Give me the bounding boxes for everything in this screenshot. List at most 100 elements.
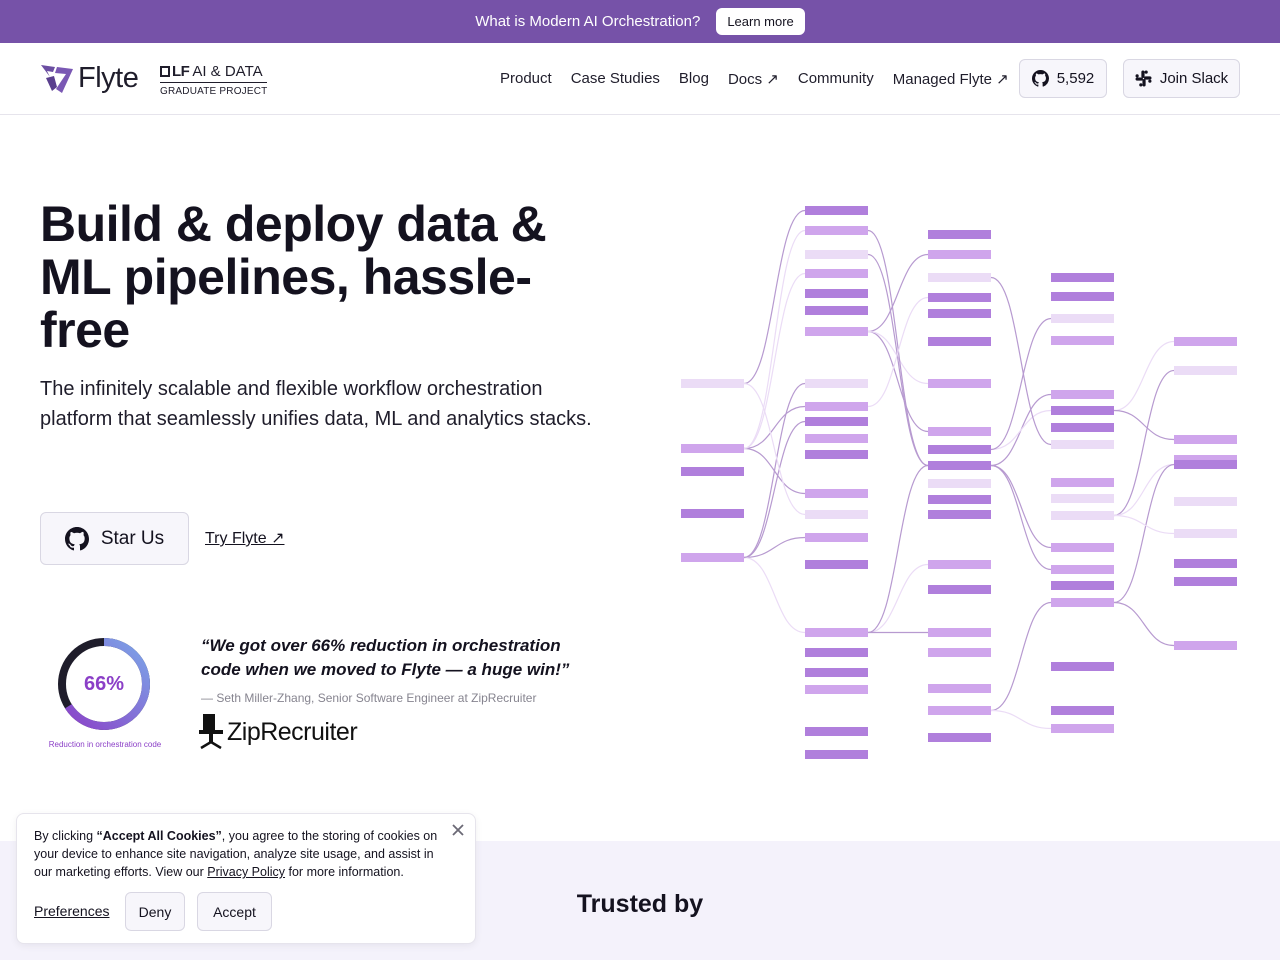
graph-node <box>1174 337 1237 346</box>
graph-node <box>928 427 991 436</box>
graph-node <box>1174 435 1237 444</box>
cookie-accept-button[interactable]: Accept <box>197 892 272 931</box>
close-icon[interactable] <box>450 822 466 838</box>
graph-node <box>1051 598 1114 607</box>
graph-node <box>928 585 991 594</box>
graph-node <box>805 306 868 315</box>
graph-edge <box>743 382 806 559</box>
cookie-banner: By clicking “Accept All Cookies”, you ag… <box>16 813 476 944</box>
graph-node <box>1051 511 1114 520</box>
graph-edge <box>1113 409 1175 441</box>
graph-edge <box>990 709 1052 730</box>
graph-node <box>805 648 868 657</box>
graph-node <box>928 273 991 282</box>
graph-node <box>928 337 991 346</box>
graph-node <box>928 309 991 318</box>
ziprecruiter-chair-icon <box>199 714 223 750</box>
graph-node <box>928 250 991 259</box>
learn-more-button[interactable]: Learn more <box>716 8 805 35</box>
graph-node <box>928 510 991 519</box>
nav-item-product[interactable]: Product <box>500 70 552 88</box>
graph-node <box>1051 706 1114 715</box>
privacy-policy-link[interactable]: Privacy Policy <box>207 865 285 879</box>
lf-logo-icon <box>160 66 170 77</box>
graph-node <box>681 509 744 518</box>
graph-node <box>805 560 868 569</box>
graph-edge <box>867 563 929 634</box>
cookie-preferences-link[interactable]: Preferences <box>34 903 109 919</box>
announcement-text: What is Modern AI Orchestration? <box>475 13 701 30</box>
nav-item-blog[interactable]: Blog <box>679 70 709 88</box>
graph-node <box>805 402 868 411</box>
graph-node <box>1174 497 1237 506</box>
slack-icon <box>1135 70 1152 87</box>
graph-node <box>1174 641 1237 650</box>
ziprecruiter-wordmark: ZipRecruiter <box>227 717 358 746</box>
graph-node <box>1051 406 1114 415</box>
graph-node <box>805 226 868 235</box>
github-stars-button[interactable]: 5,592 <box>1019 59 1107 98</box>
graph-edge <box>990 276 1052 446</box>
graph-node <box>1174 529 1237 538</box>
graph-node <box>805 489 868 498</box>
graph-edge <box>743 382 806 516</box>
cookie-text-start: By clicking <box>34 829 97 843</box>
graph-node <box>681 379 744 388</box>
join-slack-label: Join Slack <box>1159 70 1229 87</box>
lf-ai-data-badge: LF AI & DATA GRADUATE PROJECT <box>160 63 268 97</box>
reduction-donut-chart: 66% <box>58 638 150 730</box>
graph-node <box>928 461 991 470</box>
graph-node <box>681 553 744 562</box>
logo-wordmark: Flyte <box>78 62 139 94</box>
graph-node <box>805 533 868 542</box>
graph-node <box>1051 581 1114 590</box>
graph-node <box>805 628 868 637</box>
try-flyte-link[interactable]: Try Flyte ↗ <box>205 528 284 548</box>
lf-prefix: LF <box>172 63 190 80</box>
graph-edge <box>743 536 806 559</box>
donut-caption: Reduction in orchestration code <box>48 740 162 749</box>
graph-edge <box>867 253 929 467</box>
graph-node <box>805 434 868 443</box>
graph-edge <box>867 229 929 467</box>
nav-item-managed-flyte[interactable]: Managed Flyte ↗ <box>893 70 1009 88</box>
star-us-button[interactable]: Star Us <box>40 512 189 565</box>
graph-node <box>928 479 991 488</box>
graph-node <box>1051 440 1114 449</box>
graph-node <box>805 750 868 759</box>
graph-node <box>1051 565 1114 574</box>
graph-edge <box>1113 463 1175 604</box>
nav-item-docs[interactable]: Docs ↗ <box>728 70 779 88</box>
graph-node <box>1051 336 1114 345</box>
graph-node <box>928 293 991 302</box>
nav-item-community[interactable]: Community <box>798 70 874 88</box>
graph-node <box>928 495 991 504</box>
graph-node <box>805 727 868 736</box>
graph-node <box>805 668 868 677</box>
graph-node <box>1051 543 1114 552</box>
star-us-label: Star Us <box>100 527 165 549</box>
graph-node <box>1051 273 1114 282</box>
testimonial-quote: “We got over 66% reduction in orchestrat… <box>201 636 570 679</box>
graph-node <box>928 445 991 454</box>
join-slack-button[interactable]: Join Slack <box>1123 59 1240 98</box>
graph-node <box>1051 292 1114 301</box>
graph-node <box>1051 423 1114 432</box>
graph-edge <box>743 229 806 450</box>
graph-node <box>1051 494 1114 503</box>
nav-item-case-studies[interactable]: Case Studies <box>571 70 660 88</box>
graph-node <box>928 648 991 657</box>
graph-edge <box>867 464 929 634</box>
graph-node <box>805 289 868 298</box>
github-icon <box>64 526 89 550</box>
graph-edge <box>990 464 1052 549</box>
graph-node <box>1174 577 1237 586</box>
cookie-text-end: for more information. <box>285 865 404 879</box>
graph-node <box>928 230 991 239</box>
flyte-logo[interactable]: Flyte <box>40 62 139 95</box>
graph-node <box>1051 390 1114 399</box>
graph-node <box>928 560 991 569</box>
lf-ai-data-text: AI & DATA <box>192 63 263 80</box>
announcement-bar: What is Modern AI Orchestration? Learn m… <box>0 0 1280 43</box>
cookie-deny-button[interactable]: Deny <box>125 892 185 931</box>
